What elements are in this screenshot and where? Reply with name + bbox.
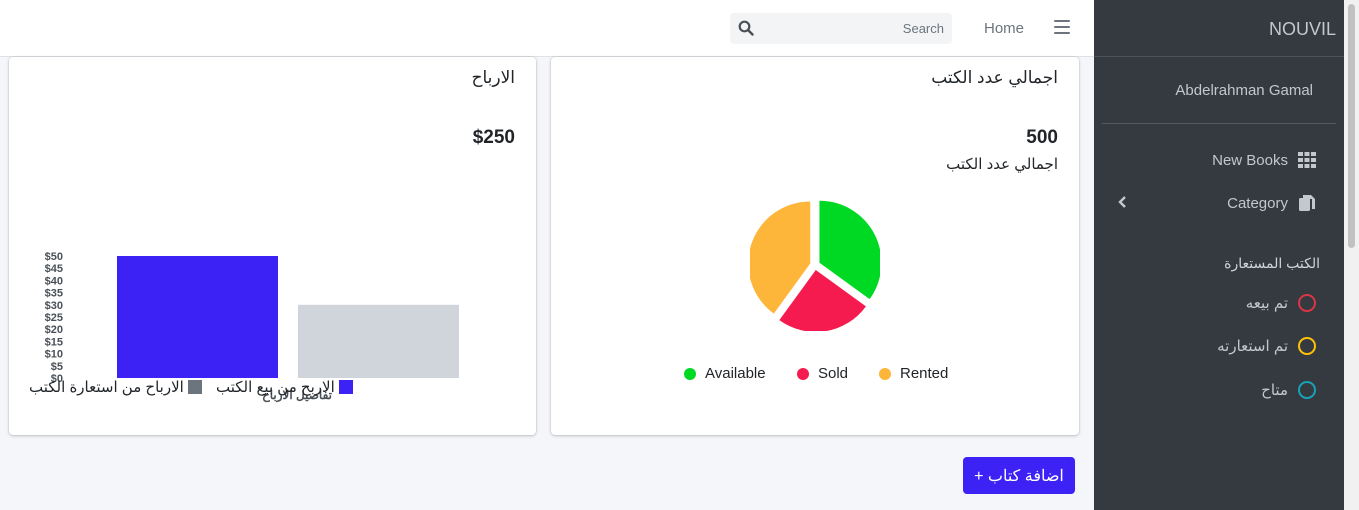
sidebar-item-available[interactable]: متاح [1261,381,1316,399]
y-tick-label: $30 [45,300,63,312]
legend-swatch [338,380,353,394]
legend-label: Available [705,365,766,382]
sidebar: NOUVIL Abdelrahman Gamal New Books Categ… [1094,0,1344,510]
y-tick-label: $15 [45,336,63,348]
top-navbar: Home [0,0,1094,57]
grid-icon [1298,152,1316,168]
search-input[interactable] [762,13,944,44]
menu-toggle-icon[interactable] [1054,20,1070,34]
sidebar-item-new-books[interactable]: New Books [1212,151,1316,169]
y-tick-label: $45 [45,263,63,275]
profit-card: الارباح $250 $0 $5 $10 $15 $20 $25 $30 $35 $40 $4… [9,57,536,435]
legend-swatch [879,367,891,380]
pie-legend-rented[interactable]: Rented [879,365,948,382]
bar-sales[interactable] [117,256,278,378]
sidebar-item-sold[interactable]: تم بيعه [1246,294,1316,312]
y-tick-label: $20 [45,324,63,336]
brand-link[interactable]: NOUVIL [1094,0,1344,57]
bar-legend-borrowing[interactable]: الارباح من استعارة الكتب [29,378,202,396]
legend-swatch [797,367,809,380]
profit-bar-chart: $0$5$10$15$20$25$30$35$40$45$50تفاصيل ال… [45,251,459,403]
legend-label: الاربح من بيع الكتب [216,379,335,396]
legend-swatch [684,367,696,380]
copy-icon [1299,195,1315,211]
red-circle-icon [1298,294,1316,312]
search-box [730,13,952,44]
sidebar-section-header: الكتب المستعارة [1224,255,1320,271]
cyan-circle-icon [1298,381,1316,399]
pie-legend-sold[interactable]: Sold [797,365,848,382]
total-books-card: اجمالي عدد الكتب 500 اجمالي عدد الكتب Av… [551,57,1079,435]
legend-label: Sold [818,365,849,382]
legend-label: الارباح من استعارة الكتب [29,379,184,396]
search-icon[interactable] [738,20,754,36]
card-title: الارباح [471,68,515,87]
y-tick-label: $5 [51,361,63,373]
y-tick-label: $50 [45,251,63,263]
user-name-link[interactable]: Abdelrahman Gamal [1175,82,1313,99]
sidebar-item-label: متاح [1261,382,1288,399]
y-tick-label: $10 [45,349,63,361]
scrollbar-thumb[interactable] [1348,4,1355,248]
pie-legend-available[interactable]: Available [684,365,766,382]
yellow-circle-icon [1298,337,1316,355]
sidebar-divider [1102,123,1336,124]
bar-borrowing[interactable] [298,304,459,378]
legend-label: Rented [900,365,949,382]
chevron-left-icon[interactable] [1118,196,1128,208]
sidebar-item-label: تم استعارته [1217,338,1288,355]
y-tick-label: $35 [45,288,63,300]
y-tick-label: $40 [45,275,63,287]
sidebar-item-borrowed[interactable]: تم استعارته [1217,337,1316,355]
sidebar-item-label: تم بيعه [1245,295,1288,312]
brand-text: NOUVIL [1268,19,1336,39]
nav-home-link[interactable]: Home [984,20,1024,37]
total-books-count: 500 [1026,127,1058,148]
y-tick-label: $25 [45,312,63,324]
total-profit: $250 [472,127,515,148]
card-title: اجمالي عدد الكتب [931,68,1058,87]
legend-swatch [187,380,202,394]
sidebar-item-label: Category [1227,194,1288,212]
books-pie-chart [750,200,880,331]
add-book-button[interactable]: + اضافة كتاب [963,457,1075,494]
bar-legend-sales[interactable]: الاربح من بيع الكتب [216,378,353,396]
sidebar-item-label: New Books [1212,151,1288,169]
sidebar-item-category[interactable]: Category [1227,194,1316,212]
card-subtitle: اجمالي عدد الكتب [946,156,1058,173]
page-scrollbar[interactable] [1344,0,1359,510]
